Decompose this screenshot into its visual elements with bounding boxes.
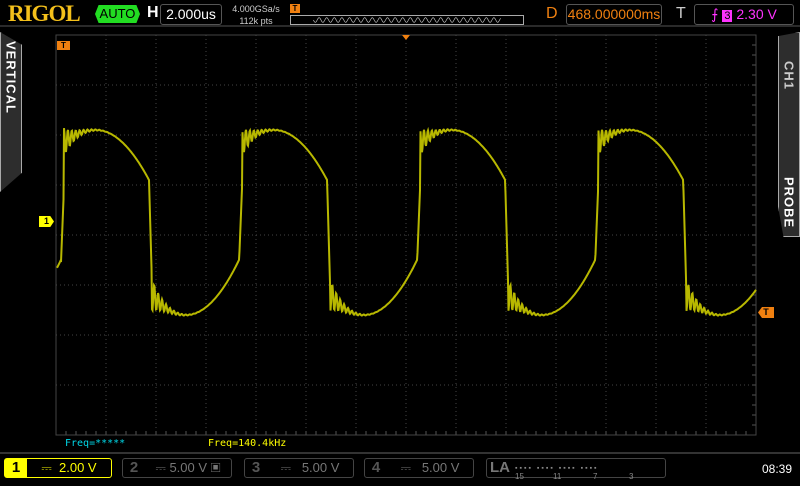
- vertical-menu-tab[interactable]: VERTICAL: [0, 32, 22, 192]
- ch1-label: CH1: [781, 61, 797, 91]
- trigger-time-marker: T: [57, 41, 70, 50]
- waveform-grid: [55, 34, 757, 436]
- measurement-freq-ch: Freq=*****: [65, 438, 126, 449]
- channel-4-button[interactable]: 4 ⎓ 5.00 V: [364, 458, 474, 478]
- channel-scale: 5.00 V: [421, 460, 460, 475]
- channel-number: 4: [371, 459, 381, 476]
- channel-2-button[interactable]: 2 ⎓ 5.00 V ▣: [122, 458, 232, 478]
- dc-coupling-icon: ⎓: [155, 460, 166, 475]
- channel-number: 1: [5, 459, 27, 477]
- trigger-point-marker: [402, 35, 410, 40]
- channel-number: 3: [251, 459, 261, 476]
- clock: 08:39: [762, 462, 793, 476]
- channel-scale: 5.00 V: [169, 460, 208, 475]
- logic-analyzer-button[interactable]: LA ▪▪▪▪ ▪▪▪▪ ▪▪▪▪ ▪▪▪▪ 15 11 7 3: [486, 458, 666, 481]
- la-label: LA: [490, 459, 510, 476]
- la-group: 15: [515, 472, 524, 481]
- la-group: 7: [593, 472, 598, 481]
- measurement-freq-ch1: Freq=140.4kHz: [208, 438, 287, 449]
- bottom-bar: 1 ⎓ 2.00 V 2 ⎓ 5.00 V ▣ 3 ⎓ 5.00 V 4 ⎓ 5.00 …: [0, 452, 800, 481]
- channel-scale: 2.00 V: [59, 460, 97, 475]
- channel-number: 2: [129, 459, 139, 476]
- la-group: 11: [553, 472, 562, 481]
- channel-scale: 5.00 V: [301, 460, 340, 475]
- channel-3-button[interactable]: 3 ⎓ 5.00 V: [244, 458, 354, 478]
- la-group: 3: [629, 472, 634, 481]
- channel-1-button[interactable]: 1 ⎓ 2.00 V: [4, 458, 112, 478]
- dc-coupling-icon: ⎓: [400, 460, 411, 475]
- dc-coupling-icon: ⎓: [280, 460, 291, 475]
- bandwidth-limit-icon: ▣: [210, 460, 221, 475]
- probe-label: PROBE: [781, 176, 797, 228]
- ch1-probe-tab[interactable]: CH1 PROBE: [778, 32, 800, 237]
- dc-coupling-icon: ⎓: [41, 460, 52, 475]
